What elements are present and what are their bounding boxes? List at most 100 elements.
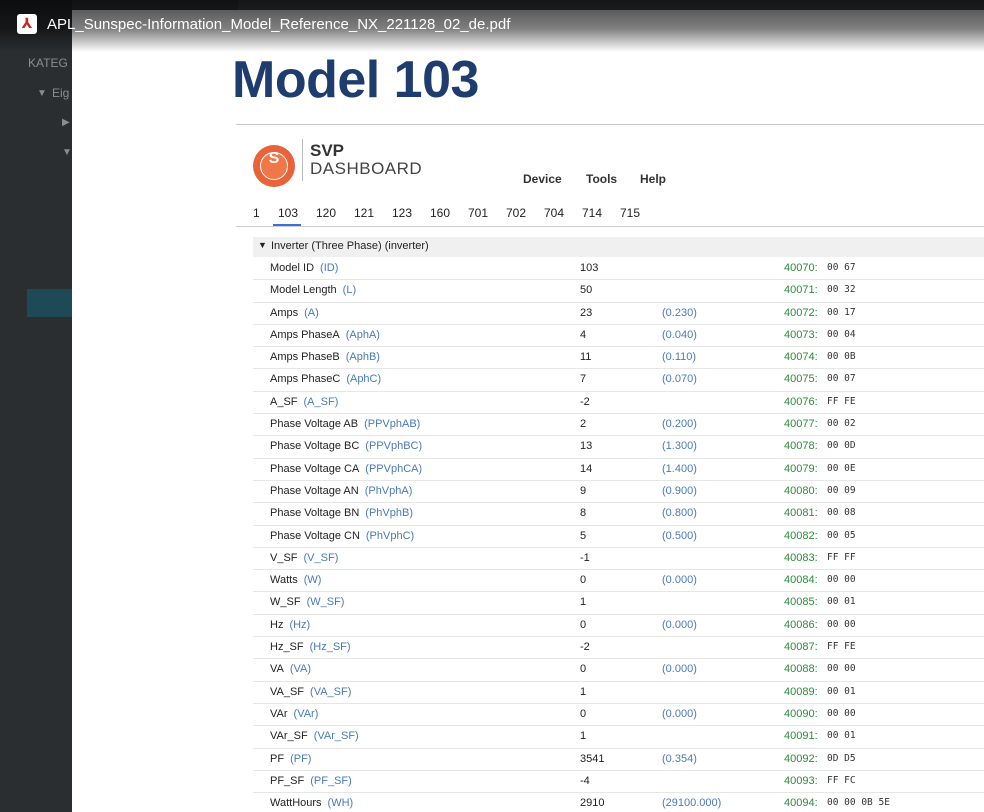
point-name: Amps PhaseC (AphC) <box>270 373 381 385</box>
register-table: Model ID (ID) 103 40070: 00 67 Model Length (L… <box>253 258 984 812</box>
point-id: (W) <box>303 574 322 587</box>
tab-701[interactable]: 701 <box>468 206 488 220</box>
point-value: 23 <box>580 306 593 319</box>
point-hex: 00 0B <box>827 351 856 363</box>
point-value: 4 <box>580 328 587 341</box>
point-name: Hz (Hz) <box>270 619 310 631</box>
point-hex: 00 00 <box>827 663 856 675</box>
collapse-triangle-icon[interactable]: ▼ <box>258 240 267 250</box>
tab-123[interactable]: 123 <box>392 206 412 220</box>
point-scaled: (0.200) <box>662 418 697 431</box>
background-item-label: Eig <box>52 86 70 100</box>
tab-715[interactable]: 715 <box>620 206 640 220</box>
point-label: W_SF <box>270 596 301 609</box>
menu-tools[interactable]: Tools <box>586 172 617 186</box>
point-scaled: (1.300) <box>662 440 697 453</box>
point-id: (VAr) <box>293 707 319 720</box>
point-hex: 00 05 <box>827 529 856 541</box>
point-name: Watts (W) <box>270 574 321 586</box>
point-label: Amps <box>270 306 299 319</box>
point-id: (A) <box>304 306 319 319</box>
point-label: A_SF <box>270 395 298 408</box>
point-addr: 40080: <box>784 484 818 497</box>
table-row: Amps (A) 23 (0.230) 40072: 00 17 <box>253 303 984 325</box>
point-hex: FF FC <box>827 774 856 786</box>
point-value: 13 <box>580 440 593 453</box>
point-value: 1 <box>580 596 587 609</box>
point-value: 11 <box>580 351 592 364</box>
tab-121[interactable]: 121 <box>354 206 374 220</box>
point-hex: 00 01 <box>827 685 856 697</box>
point-hex: 00 32 <box>827 284 856 296</box>
point-id: (Hz) <box>289 618 311 631</box>
chevron-down-icon: ▼ <box>62 147 72 158</box>
point-addr: 40074: <box>784 351 818 364</box>
point-label: Phase Voltage AB <box>270 418 359 431</box>
menu-help[interactable]: Help <box>640 172 666 186</box>
table-row: A_SF (A_SF) -2 40076: FF FE <box>253 392 984 415</box>
point-hex: 00 04 <box>827 328 856 340</box>
point-name: VAr (VAr) <box>270 708 318 720</box>
table-row: Amps PhaseB (AphB) 11 (0.110) 40074: 00 0B <box>253 347 984 370</box>
point-label: V_SF <box>270 551 298 564</box>
point-addr: 40094: <box>784 797 818 810</box>
point-addr: 40084: <box>784 574 818 587</box>
pdf-file-icon: ⅄ <box>17 14 37 34</box>
point-value: 50 <box>580 284 593 297</box>
logo-letter: S <box>268 150 280 167</box>
point-id: (PPVphAB) <box>364 418 421 431</box>
tab-120[interactable]: 120 <box>316 206 336 220</box>
dashboard-screenshot: S SVP DASHBOARD Device Tools Help 1 103 … <box>236 124 984 812</box>
point-addr: 40082: <box>784 529 818 542</box>
point-hex: 0D D5 <box>827 752 856 764</box>
point-value: 0 <box>580 707 587 720</box>
table-row: WattHours (WH) 2910 (29100.000) 40094: 00 00 … <box>253 793 984 812</box>
point-id: (Hz_SF) <box>309 641 351 654</box>
point-addr: 40071: <box>784 284 818 297</box>
point-id: (PhVphB) <box>365 507 413 520</box>
point-name: Hz_SF (Hz_SF) <box>270 641 351 653</box>
table-row: Amps PhaseC (AphC) 7 (0.070) 40075: 00 07 <box>253 369 984 392</box>
section-header[interactable]: ▼ Inverter (Three Phase) (inverter) <box>253 237 984 257</box>
tab-1[interactable]: 1 <box>253 206 260 220</box>
point-id: (VA) <box>289 663 312 676</box>
tab-714[interactable]: 714 <box>582 206 602 220</box>
point-name: PF (PF) <box>270 753 311 765</box>
point-value: 8 <box>580 507 587 520</box>
tab-160[interactable]: 160 <box>430 206 450 220</box>
point-scaled: (29100.000) <box>662 797 722 810</box>
point-addr: 40093: <box>784 774 818 787</box>
point-value: -2 <box>580 641 590 654</box>
point-label: Watts <box>270 574 298 587</box>
point-scaled: (0.040) <box>662 328 697 341</box>
point-hex: FF FF <box>827 551 856 563</box>
point-addr: 40079: <box>784 462 818 475</box>
table-row: VAr_SF (VAr_SF) 1 40091: 00 01 <box>253 726 984 749</box>
point-value: -4 <box>580 774 590 787</box>
point-scaled: (0.070) <box>662 373 697 386</box>
menu-device[interactable]: Device <box>523 172 562 186</box>
pdf-viewer-header: ⅄ APL_Sunspec-Information_Model_Referenc… <box>0 0 984 52</box>
point-addr: 40092: <box>784 752 818 765</box>
point-name: Amps PhaseB (AphB) <box>270 351 380 363</box>
tab-702[interactable]: 702 <box>506 206 526 220</box>
point-id: (VA_SF) <box>310 685 352 698</box>
point-id: (PhVphC) <box>365 529 415 542</box>
brand-name-line1: SVP <box>310 141 345 160</box>
point-addr: 40073: <box>784 328 818 341</box>
point-addr: 40072: <box>784 306 818 319</box>
point-value: 0 <box>580 663 587 676</box>
point-hex: 00 01 <box>827 596 856 608</box>
point-value: 103 <box>580 262 599 274</box>
point-name: PF_SF (PF_SF) <box>270 775 352 787</box>
point-scaled: (0.800) <box>662 507 697 520</box>
point-id: (WH) <box>327 797 354 810</box>
point-hex: 00 08 <box>827 507 856 519</box>
point-id: (PPVphBC) <box>365 440 423 453</box>
table-row: Hz_SF (Hz_SF) -2 40087: FF FE <box>253 637 984 660</box>
point-name: Phase Voltage AB (PPVphAB) <box>270 418 420 430</box>
table-row: Hz (Hz) 0 (0.000) 40086: 00 00 <box>253 615 984 638</box>
tab-103[interactable]: 103 <box>278 206 298 220</box>
point-scaled: (0.354) <box>662 752 697 765</box>
tab-704[interactable]: 704 <box>544 206 564 220</box>
